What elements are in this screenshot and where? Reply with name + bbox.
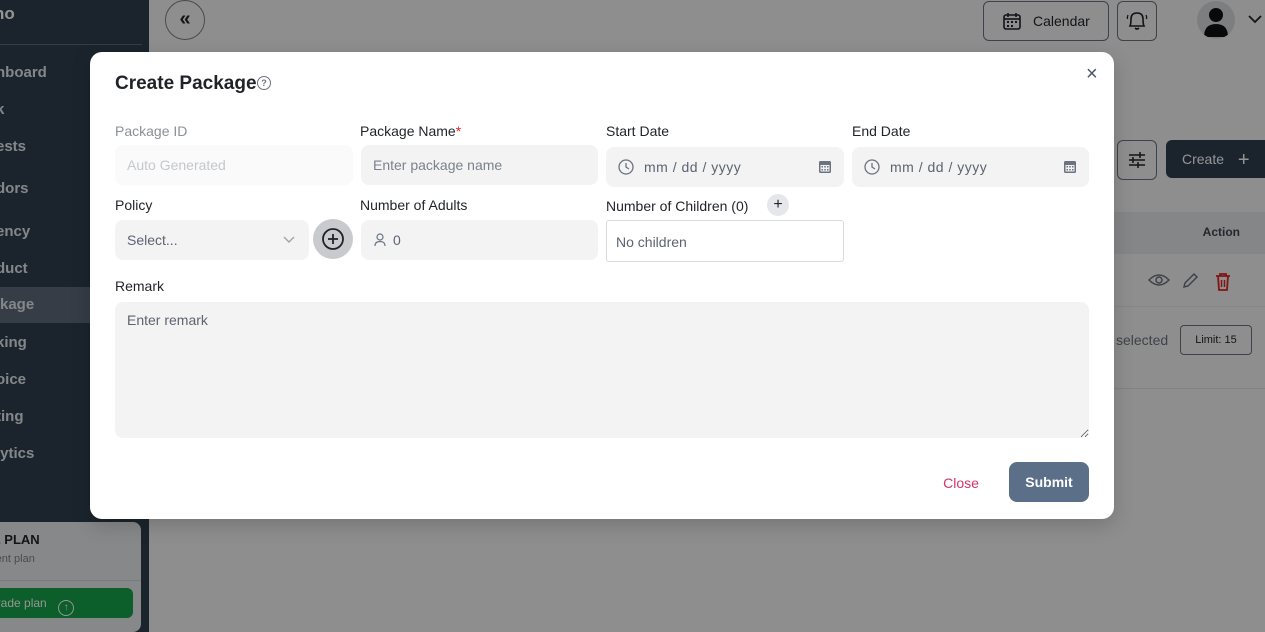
user-icon [374, 233, 386, 247]
add-child-button[interactable]: + [767, 194, 789, 216]
package-name-label: Package Name* [360, 123, 461, 139]
children-label: Number of Children (0) [606, 198, 749, 214]
adults-input[interactable]: 0 [361, 220, 598, 260]
adults-label: Number of Adults [360, 197, 468, 213]
policy-select[interactable]: Select... [115, 220, 309, 260]
children-list: No children [606, 220, 844, 262]
help-circle-icon[interactable]: ? [257, 76, 271, 90]
policy-label: Policy [115, 197, 153, 213]
remark-textarea[interactable] [115, 302, 1089, 438]
plus-circle-icon [322, 228, 344, 250]
package-name-label-text: Package Name [360, 123, 456, 139]
package-id-label: Package ID [115, 123, 188, 139]
no-children-text: No children [616, 234, 687, 250]
package-id-input [115, 145, 353, 185]
calendar-icon[interactable] [1063, 159, 1077, 174]
close-icon[interactable]: × [1086, 64, 1098, 84]
remark-label: Remark [115, 278, 165, 294]
start-date-input[interactable]: mm / dd / yyyy [606, 147, 844, 187]
package-name-input[interactable] [361, 145, 598, 185]
add-policy-button[interactable] [313, 219, 353, 259]
end-date-placeholder: mm / dd / yyyy [890, 159, 988, 175]
modal-title: Create Package [115, 73, 257, 94]
start-date-placeholder: mm / dd / yyyy [644, 159, 742, 175]
create-package-modal: Create Package ? × Package ID Package Na… [90, 52, 1114, 519]
chevron-down-icon [283, 236, 295, 243]
policy-placeholder: Select... [127, 232, 178, 248]
end-date-label: End Date [852, 123, 911, 139]
end-date-input[interactable]: mm / dd / yyyy [852, 147, 1089, 187]
plus-icon: + [773, 196, 783, 213]
submit-button[interactable]: Submit [1009, 462, 1089, 502]
adults-value: 0 [393, 232, 401, 248]
start-date-label: Start Date [606, 123, 670, 139]
calendar-icon[interactable] [818, 159, 832, 174]
clock-icon [864, 159, 880, 175]
close-button[interactable]: Close [928, 466, 994, 500]
required-mark: * [455, 123, 462, 139]
clock-icon [618, 159, 634, 175]
